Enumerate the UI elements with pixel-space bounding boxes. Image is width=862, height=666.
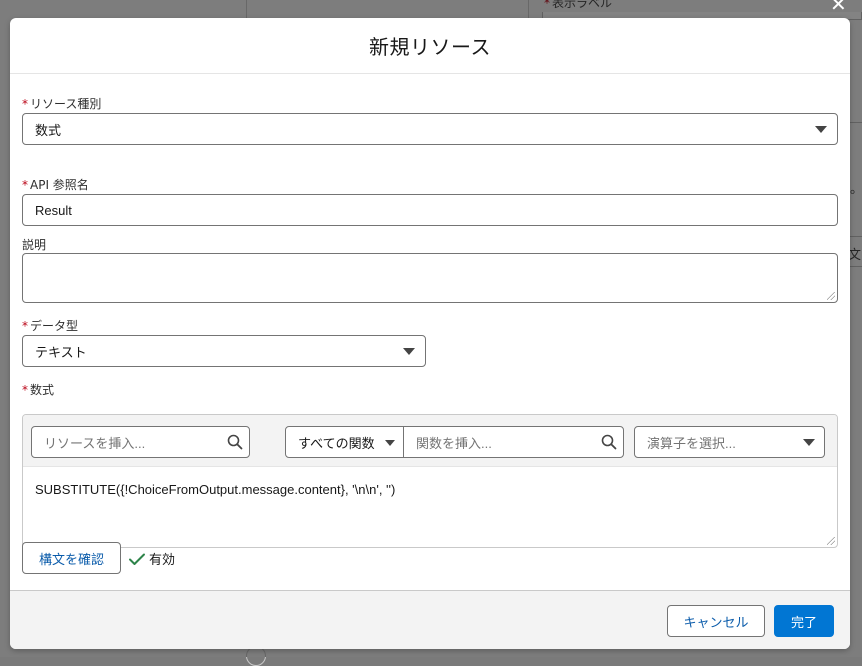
data-type-value: テキスト <box>35 344 87 360</box>
data-type-label: * データ型 <box>22 319 79 333</box>
api-name-input[interactable]: Result <box>22 194 838 226</box>
cancel-button[interactable]: キャンセル <box>667 605 765 637</box>
operator-placeholder: 演算子を選択... <box>647 435 736 451</box>
close-icon[interactable]: ✕ <box>830 0 847 16</box>
validity-text: 有効 <box>149 553 176 568</box>
chevron-down-icon <box>815 126 827 133</box>
chevron-down-icon <box>803 439 815 446</box>
description-label: 説明 <box>22 238 47 252</box>
checkmark-icon <box>129 553 145 565</box>
modal-footer: キャンセル 完了 <box>10 590 850 649</box>
syntax-status: 有効 <box>128 549 175 568</box>
formula-expression-textarea[interactable]: SUBSTITUTE({!ChoiceFromOutput.message.co… <box>35 482 395 497</box>
description-textarea[interactable] <box>22 253 838 303</box>
resize-handle-icon[interactable] <box>827 292 835 300</box>
modal-body: * リソース種別 数式 * API 参照名 Result 説明 * データ型 テキスト… <box>10 75 850 591</box>
function-category-value: すべての関数 <box>298 435 375 451</box>
modal-header: 新規リソース <box>10 18 850 74</box>
formula-label: * 数式 <box>22 383 55 397</box>
done-button[interactable]: 完了 <box>774 605 834 637</box>
resource-search-placeholder: リソースを挿入... <box>44 435 146 451</box>
chevron-down-icon <box>385 440 395 446</box>
resource-type-select[interactable]: 数式 <box>22 113 838 145</box>
function-combobox: すべての関数 関数を挿入... <box>285 426 625 458</box>
resize-handle-icon[interactable] <box>827 537 835 545</box>
function-category-select[interactable]: すべての関数 <box>285 426 404 458</box>
new-resource-modal: 新規リソース * リソース種別 数式 * API 参照名 Result 説明 * デー… <box>10 18 850 649</box>
search-icon[interactable] <box>227 434 243 450</box>
function-search-input[interactable]: 関数を挿入... <box>403 426 624 458</box>
resource-search-input[interactable]: リソースを挿入... <box>31 426 250 458</box>
api-name-value: Result <box>35 202 72 218</box>
api-name-label: * API 参照名 <box>22 178 89 192</box>
chevron-down-icon <box>403 348 415 355</box>
resource-type-value: 数式 <box>35 122 62 138</box>
search-icon[interactable] <box>601 434 617 450</box>
formula-toolbar: リソースを挿入... すべての関数 関数を挿入... 演算子を選択... <box>23 415 837 467</box>
operator-select[interactable]: 演算子を選択... <box>634 426 825 458</box>
data-type-select[interactable]: テキスト <box>22 335 426 367</box>
function-search-placeholder: 関数を挿入... <box>416 435 492 451</box>
formula-editor: リソースを挿入... すべての関数 関数を挿入... 演算子を選択... SUB… <box>22 414 838 548</box>
modal-title: 新規リソース <box>369 35 491 59</box>
resource-type-label: * リソース種別 <box>22 97 102 111</box>
check-syntax-button[interactable]: 構文を確認 <box>22 542 121 574</box>
